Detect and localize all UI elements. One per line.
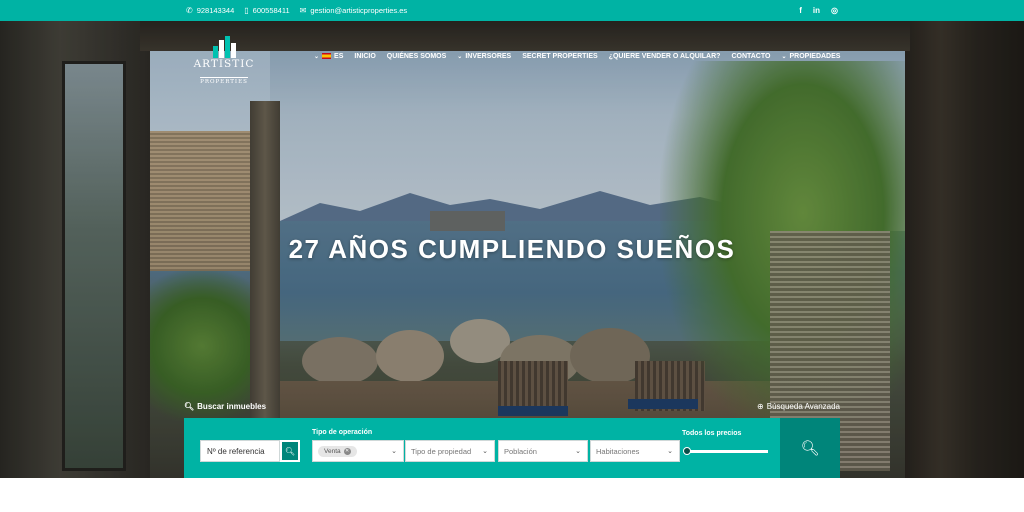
rooms-select[interactable]: Habitaciones ⌄ <box>590 440 680 462</box>
nav-item-contacto[interactable]: CONTACTO <box>731 53 770 60</box>
phone-2[interactable]: ▯ 600558411 <box>244 6 289 15</box>
advanced-search-text: Búsqueda Avanzada <box>766 402 840 411</box>
nav-label: QUIÉNES SOMOS <box>386 52 447 60</box>
logo-name: ARTISTIC <box>193 58 255 70</box>
nav-item-quienes-somos[interactable]: QUIÉNES SOMOS <box>387 53 447 60</box>
contact-info: ✆ 928143344 ▯ 600558411 ✉ gestion@artist… <box>186 0 407 21</box>
phone-2-text: 600558411 <box>252 6 290 15</box>
close-icon[interactable]: ✕ <box>343 447 351 455</box>
search-icon: 🔍︎ <box>800 440 820 457</box>
town-select[interactable]: Población ⌄ <box>498 440 588 462</box>
nav-label: ¿QUIERE VENDER O ALQUILAR? <box>608 52 721 60</box>
nav-language[interactable]: ⌄ ES <box>314 53 343 60</box>
chevron-down-icon: ⌄ <box>667 448 673 455</box>
nav-item-propiedades[interactable]: ⌄ PROPIEDADES <box>781 53 840 60</box>
reference-input[interactable]: Nº de referencia <box>200 440 280 462</box>
phone-1[interactable]: ✆ 928143344 <box>186 6 234 15</box>
nav-label: INVERSORES <box>465 52 512 60</box>
site-logo[interactable]: ARTISTIC PROPERTIES <box>189 36 259 85</box>
phone-icon: ✆ <box>186 5 193 15</box>
operation-label: Tipo de operación <box>312 429 373 436</box>
mobile-icon: ▯ <box>244 5 249 15</box>
price-label: Todos los precios <box>682 430 742 437</box>
nav-item-inversores[interactable]: ⌄ INVERSORES <box>457 53 511 60</box>
logo-sub: PROPERTIES <box>200 77 248 85</box>
nav-language-label: ES <box>334 52 344 60</box>
chevron-down-icon: ⌄ <box>575 448 581 455</box>
advanced-search-link[interactable]: ⊕ Búsqueda Avanzada <box>757 402 840 411</box>
nav-item-inicio[interactable]: INICIO <box>354 53 375 60</box>
nav-label: INICIO <box>354 52 376 60</box>
search-title: 🔍︎ Buscar inmuebles <box>184 402 266 411</box>
hero-headline: 27 AÑOS CUMPLIENDO SUEÑOS <box>288 234 736 264</box>
search-icon: 🔍︎ <box>284 446 296 456</box>
chevron-down-icon: ⌄ <box>314 53 320 60</box>
chevron-down-icon: ⌄ <box>781 53 787 60</box>
town-label: Población <box>504 446 537 456</box>
top-bar: ✆ 928143344 ▯ 600558411 ✉ gestion@artist… <box>0 0 1024 21</box>
logo-buildings-icon <box>204 36 244 58</box>
rooms-label: Habitaciones <box>596 446 640 456</box>
operation-select[interactable]: Venta ✕ ⌄ <box>312 440 404 462</box>
nav-label: SECRET PROPERTIES <box>522 52 598 60</box>
search-icon: 🔍︎ <box>184 402 195 411</box>
envelope-icon: ✉ <box>299 5 307 15</box>
operation-chip[interactable]: Venta ✕ <box>318 445 357 457</box>
nav-item-vender-alquilar[interactable]: ¿QUIERE VENDER O ALQUILAR? <box>609 53 721 60</box>
operation-chip-label: Venta <box>324 447 341 455</box>
chevron-down-icon: ⌄ <box>482 448 488 455</box>
social-links: f in ◎ <box>799 0 838 21</box>
price-slider-handle[interactable] <box>683 447 691 455</box>
nav-label: CONTACTO <box>731 52 771 60</box>
search-submit-button[interactable]: 🔍︎ <box>780 418 840 478</box>
chevron-down-icon: ⌄ <box>391 448 397 455</box>
search-title-text: Buscar inmuebles <box>197 402 267 411</box>
email-text: gestion@artisticproperties.es <box>310 6 408 15</box>
nav-label: PROPIEDADES <box>789 52 841 60</box>
property-type-label: Tipo de propiedad <box>411 446 472 456</box>
reference-placeholder: Nº de referencia <box>207 446 265 456</box>
facebook-icon[interactable]: f <box>799 6 802 15</box>
main-nav: ⌄ ES INICIO QUIÉNES SOMOS ⌄ INVERSORES S… <box>314 50 840 62</box>
instagram-icon[interactable]: ◎ <box>831 6 838 15</box>
price-slider-track[interactable] <box>686 450 768 453</box>
linkedin-icon[interactable]: in <box>813 6 820 15</box>
chevron-down-icon: ⌄ <box>457 53 463 60</box>
email-link[interactable]: ✉ gestion@artisticproperties.es <box>300 6 408 15</box>
phone-1-text: 928143344 <box>196 6 235 15</box>
property-type-select[interactable]: Tipo de propiedad ⌄ <box>405 440 495 462</box>
nav-item-secret-properties[interactable]: SECRET PROPERTIES <box>522 53 597 60</box>
reference-search-button[interactable]: 🔍︎ <box>280 440 300 462</box>
spain-flag-icon <box>322 53 332 59</box>
plus-circle-icon: ⊕ <box>757 402 764 411</box>
